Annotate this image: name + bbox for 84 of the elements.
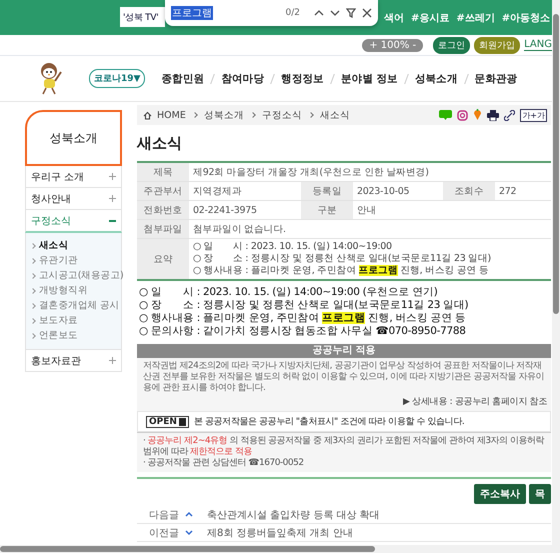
next-match-icon[interactable]	[330, 8, 340, 18]
post-nav-label: 이전글	[149, 526, 179, 540]
table-header-cell: 요약	[137, 238, 189, 280]
signup-button[interactable]: 회원가입	[474, 36, 520, 54]
detail-link[interactable]: ▶ 상세내용 : 공공누리 홈페이지 참조	[137, 394, 551, 411]
expand-icon[interactable]	[109, 173, 116, 180]
previous-match-icon[interactable]	[314, 8, 324, 18]
main-menu-item[interactable]: 행정정보	[281, 72, 324, 86]
submenu-item[interactable]: 보도자료	[39, 314, 78, 327]
instagram-icon[interactable]	[457, 110, 468, 120]
action-button[interactable]: 목	[529, 484, 551, 504]
submenu-item[interactable]: 새소식	[39, 239, 68, 252]
table-header-cell: 전화번호	[137, 200, 189, 220]
chevron-icon	[30, 302, 36, 308]
chevron-icon	[30, 258, 36, 264]
expand-icon[interactable]	[109, 357, 116, 364]
submenu-item[interactable]: 언론보도	[39, 329, 78, 342]
table-header-cell: 등록일	[301, 182, 353, 200]
hashtag-link[interactable]: #응시료	[411, 10, 450, 24]
link-icon[interactable]	[504, 110, 516, 120]
summary-cell: ○ 일 시 : 2023. 10. 15. (일) 14:00~19:00 ○ 장 소 : 정릉시장 및 정릉천 산책로 일대(보국문로11길 23 일대) ○ 행사내용 : 플리마켓 운영, 주민참여 프로그램 진행, 버스킹 공연 등	[189, 238, 552, 280]
table-header-cell: 주관부서	[137, 182, 189, 200]
find-field[interactable]: 프로그램	[171, 6, 213, 20]
breadcrumb-link[interactable]: 새소식	[320, 108, 350, 122]
carrot-icon[interactable]	[473, 109, 482, 121]
table-header-cell: 첨부파일	[137, 220, 189, 238]
page-title: 새소식	[137, 134, 183, 153]
main-menu-item[interactable]: 성북소개	[414, 72, 458, 86]
main-menu-item[interactable]: 분야별 정보	[340, 72, 398, 86]
filter-icon[interactable]	[346, 8, 356, 18]
submenu-item[interactable]: 개방형직위	[39, 284, 88, 297]
search-field[interactable]: '성북 TV'	[120, 7, 165, 27]
post-nav-label: 다음글	[149, 508, 179, 522]
home-icon	[143, 110, 152, 120]
font-size-button[interactable]: 가+가	[520, 108, 547, 122]
match-count: 0/2	[286, 8, 300, 18]
login-button[interactable]: 로그인	[433, 36, 470, 54]
hashtag-link[interactable]: #아동청소	[502, 10, 550, 24]
chevron-icon	[30, 288, 36, 294]
table-cell: 첨부파일이 없습니다.	[189, 220, 552, 238]
chevron-icon	[185, 511, 193, 518]
breadcrumb-link[interactable]: 구정소식	[262, 108, 302, 122]
table-header-cell: 조회수	[443, 182, 495, 200]
close-icon[interactable]	[362, 8, 372, 18]
covid-menu-button[interactable]: 코로나19▼	[89, 69, 146, 88]
breadcrumb-link[interactable]: 성북소개	[204, 108, 244, 122]
chevron-icon	[30, 242, 36, 248]
sidebar-title: 성북소개	[25, 110, 122, 166]
notice-text: · 공공저작물 관련 상담센터 ☎1670-0052	[143, 458, 305, 469]
submenu-item[interactable]: 결혼중개업체 공시	[39, 299, 120, 312]
expand-icon[interactable]	[109, 195, 116, 202]
main-menu-item[interactable]: 참여마당	[221, 72, 264, 86]
sidebar-item[interactable]: 우리구 소개	[25, 166, 122, 188]
table-header-cell: 제목	[137, 162, 189, 182]
table-header-cell: 구분	[301, 200, 353, 220]
hashtag-link[interactable]: #쓰레기	[456, 10, 495, 24]
submenu-item[interactable]: 고시공고(채용공고)	[39, 269, 124, 282]
post-link[interactable]: 제8회 정릉버들잎축제 개최 안내	[207, 526, 353, 540]
action-button[interactable]: 주소복사	[474, 484, 526, 504]
notice-text: · 공공누리 제2~4유형 의 적용된 공공저작물 중 제3자의 권리가 포함된 저작물에 관하여 제3자의 이용허락 범위에 따라 제한적으로 적용	[143, 436, 545, 458]
license-text: 본 공공저작물은 공공누리 "출처표시" 조건에 따라 이용할 수 있습니다.	[194, 416, 464, 428]
horizontal-scrollbar[interactable]	[0, 546, 375, 552]
collapse-icon[interactable]	[109, 217, 116, 224]
sidebar-item[interactable]: 홍보자료관	[25, 350, 122, 372]
table-cell: 272	[495, 182, 552, 200]
submenu-item[interactable]: 유관기관	[39, 254, 78, 267]
chevron-icon	[30, 332, 36, 338]
breadcrumb-link[interactable]: HOME	[157, 110, 186, 120]
chevron-icon	[185, 529, 193, 536]
table-cell: 안내	[353, 200, 552, 220]
article-body: ○ 일 시 : 2023. 10. 15. (일) 14:00~19:00 (우천으로 연기) ○ 장 소 : 정릉시장 및 정릉천 산책로 일대(보국문로11길 23 일대) ○ 행사내용 : 플리마켓 운영, 주민참여 프로그램 진행, 버스킹 공연 등 ○ 문의사항 : 같이가치 정릉시장 협동조합 사무실 ☎070-8950-7788	[139, 286, 470, 338]
post-link[interactable]: 축산관계시설 출입차량 등록 대상 확대	[207, 508, 380, 522]
open-license-badge: OPEN	[146, 416, 189, 428]
license-title: 공공누리 적용	[137, 344, 551, 358]
print-icon[interactable]	[487, 110, 500, 120]
hashtag-link[interactable]: 색어	[384, 10, 404, 24]
blog-icon[interactable]	[439, 110, 452, 120]
main-menu-item[interactable]: 문화관광	[474, 72, 518, 86]
chevron-icon	[30, 272, 36, 278]
main-menu-item[interactable]: 종합민원	[161, 72, 204, 86]
license-description: 저작권법 제24조의2에 따라 국가나 지방자치단체, 공공기관이 업무상 작성하여 공표한 저작물이나 저작재산권 전부를 보유한 저작물은 별도의 허락 없이 이용할 수 있으며, 이에 따라 지방기관은 공공저작물 자유이용에 관한 표시를 하여야 합니다.	[142, 360, 545, 394]
chevron-icon	[30, 318, 36, 324]
sidebar-item[interactable]: 청사안내	[25, 188, 122, 210]
vertical-scrollbar[interactable]	[553, 14, 559, 314]
